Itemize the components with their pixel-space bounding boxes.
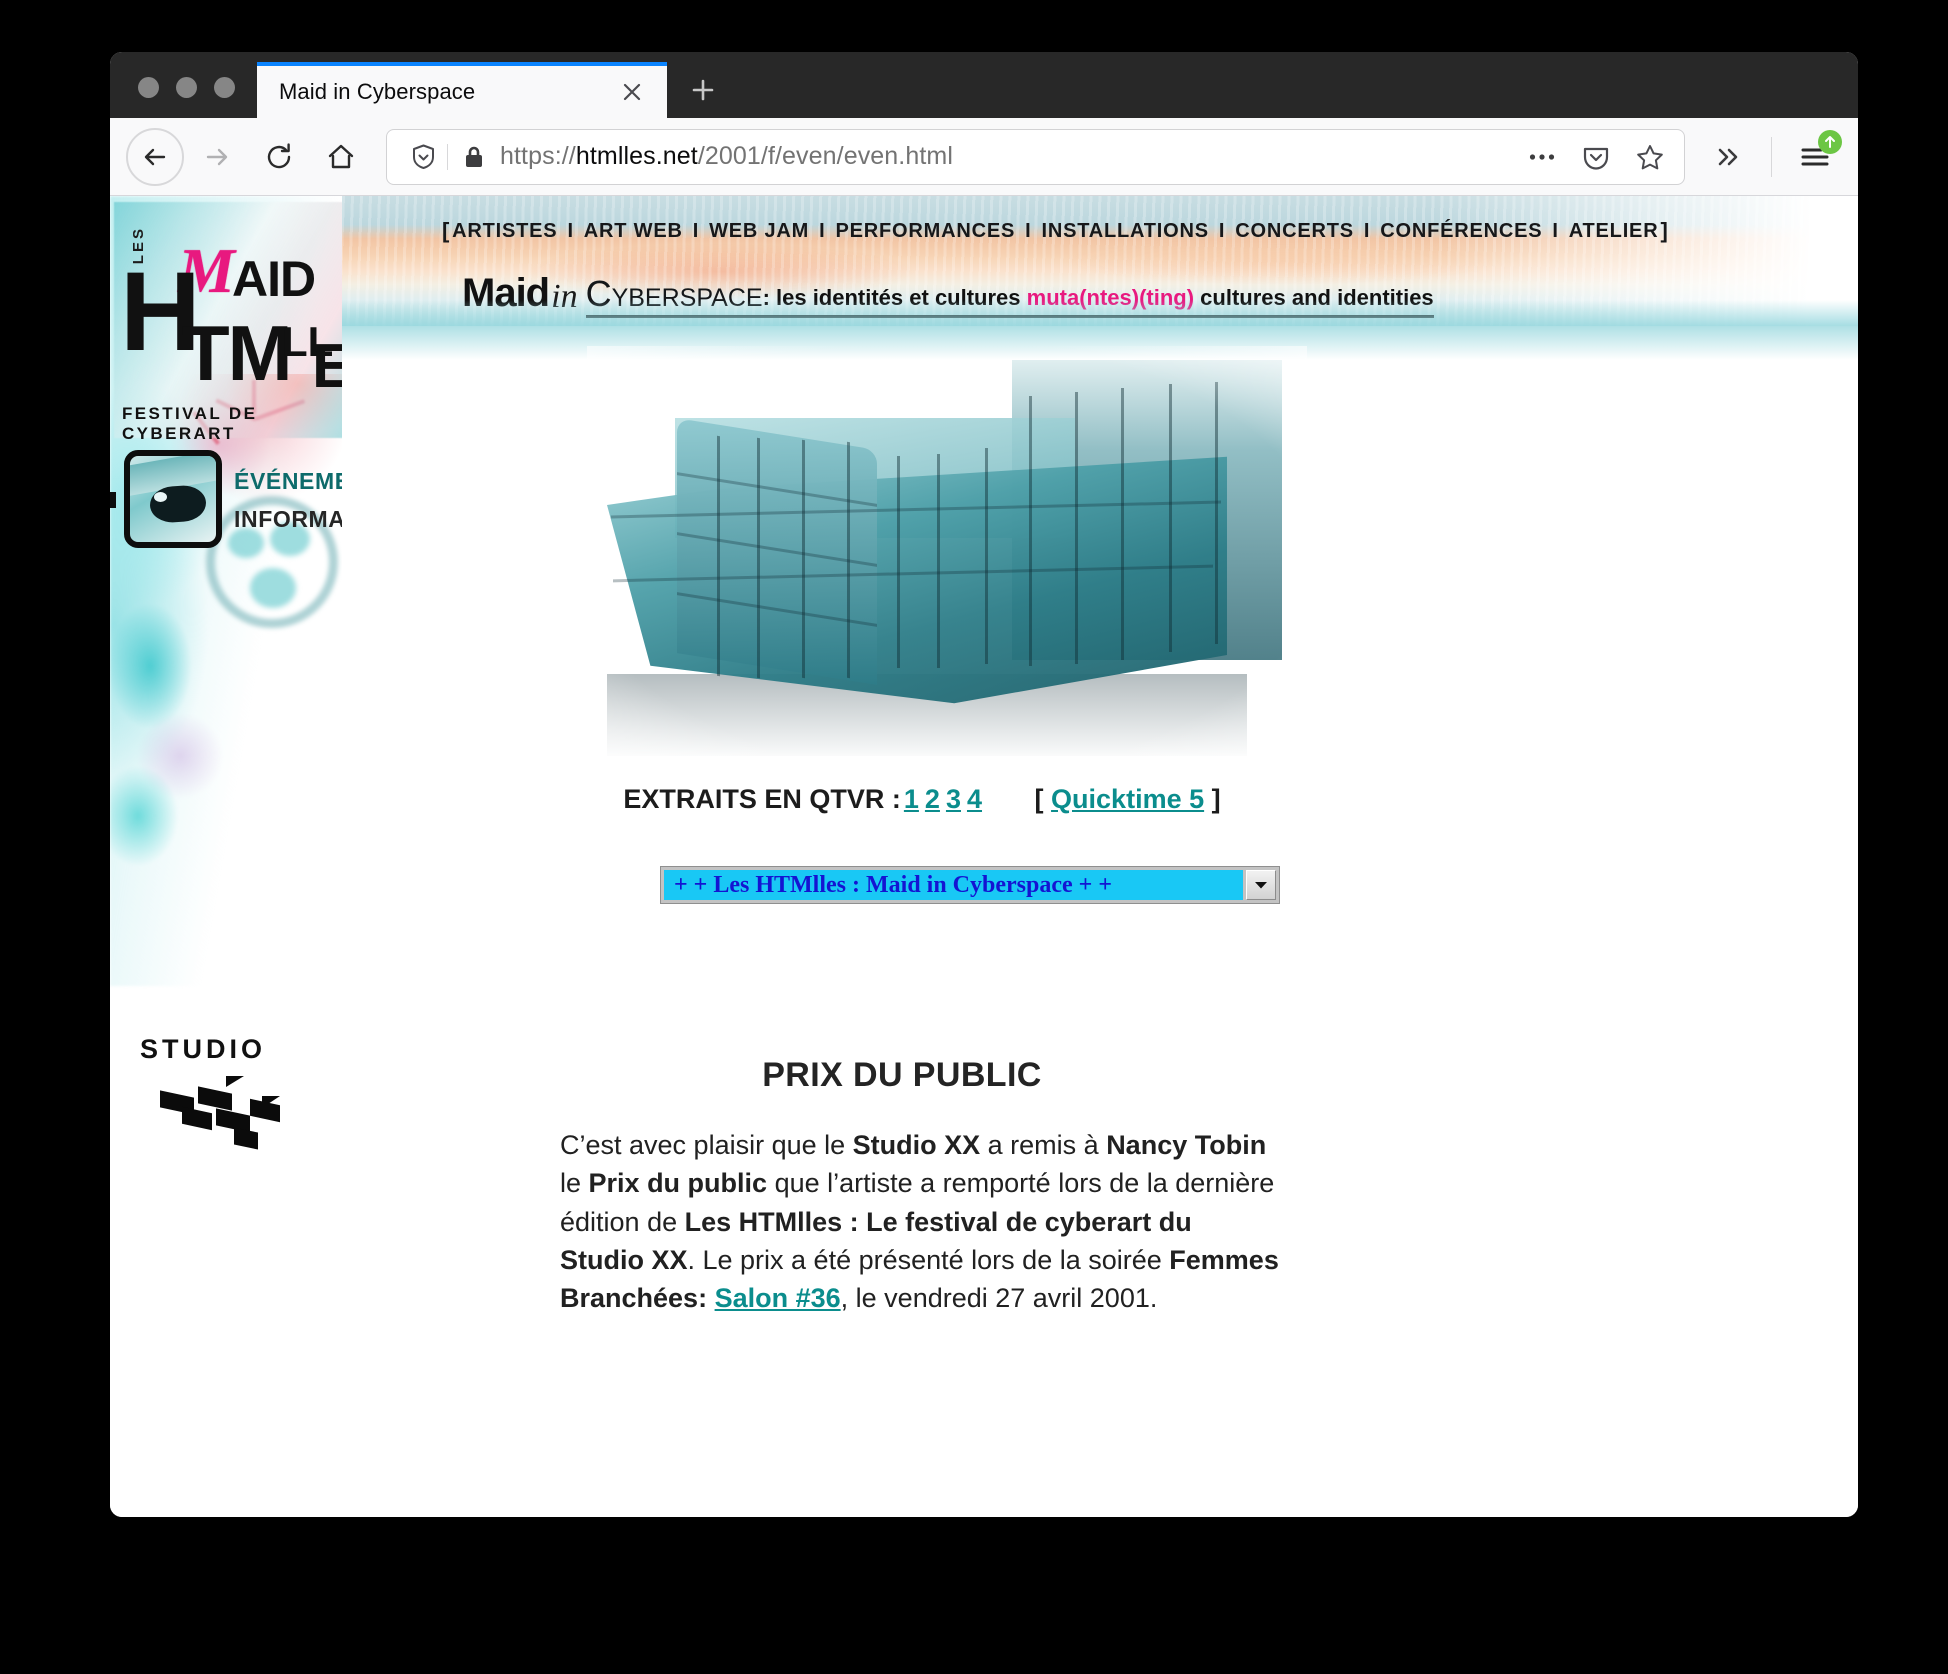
nav-item-performances[interactable]: PERFORMANCES [833,220,1017,243]
body-text: le [560,1168,589,1199]
eye-glint [154,492,167,502]
nav-item-artistes[interactable]: ARTISTES [450,220,559,243]
nav-item-atelier[interactable]: ATELIER [1567,220,1661,243]
qtvr-link-1[interactable]: 1 [901,784,922,814]
qtvr-link-2[interactable]: 2 [922,784,943,814]
forward-arrow-icon[interactable] [188,128,246,186]
nav-bracket-open: [ [442,218,451,243]
eye-iris [148,484,208,524]
pocket-icon[interactable] [1572,133,1620,181]
url-bar[interactable]: https://htmlles.net/2001/f/even/even.htm… [386,128,1685,185]
sidebar-item-evenements[interactable]: ÉVÉNEMENTS [234,468,342,495]
reload-icon[interactable] [250,128,308,186]
studio-xx-bold: Studio XX [852,1130,981,1160]
qtvr-bracket-open: [ [1034,784,1044,814]
tracking-protection-shield-icon[interactable] [401,143,445,170]
quicktime-5-link[interactable]: Quicktime 5 [1051,784,1204,814]
eye-button-tab [110,492,116,508]
prize-description-paragraph: C’est avec plaisir que le Studio XX a re… [560,1126,1280,1318]
tab-strip: Maid in Cyberspace [110,52,1858,118]
nav-item-art-web[interactable]: ART WEB [582,220,685,243]
qtvr-link-4[interactable]: 4 [964,784,985,814]
nav-item-web-jam[interactable]: WEB JAM [707,220,811,243]
site-banner: [ ARTISTES I ART WEB I WEB JAM I PERFORM… [342,196,1858,326]
nav-separator: I [1025,219,1032,242]
back-arrow-icon[interactable] [126,127,184,186]
site-sidebar: LES M AID H TM LL ES FESTIVAL DE CYBERAR… [110,196,342,1517]
page-viewport: LES M AID H TM LL ES FESTIVAL DE CYBERAR… [110,196,1858,1517]
qtvr-excerpts-row: EXTRAITS EN QTVR :1234 [ Quicktime 5 ] [342,784,1502,815]
maximize-window-button[interactable] [214,77,235,98]
qtvr-label: EXTRAITS EN QTVR : [623,784,901,814]
body-text: a remis à [980,1130,1107,1160]
dropdown-field[interactable]: + + Les HTMlles : Maid in Cyberspace + + [664,870,1243,900]
urlbar-actions [1518,133,1676,181]
studio-mark-square [198,1086,232,1111]
sidebar-item-information[interactable]: INFORMATION [234,506,342,533]
close-tab-icon[interactable] [615,75,649,109]
close-window-button[interactable] [138,77,159,98]
window-controls [110,77,257,118]
home-icon[interactable] [312,128,370,186]
studio-mark-triangle [262,1096,280,1108]
page-content: [ ARTISTES I ART WEB I WEB JAM I PERFORM… [342,196,1858,1517]
toolbar-divider [1771,136,1772,177]
studio-mark-square [182,1106,212,1131]
prix-du-public-bold: Prix du public [588,1168,768,1199]
nav-item-conferences[interactable]: CONFÉRENCES [1378,220,1544,243]
nav-separator: I [567,219,574,242]
overflow-menu-icon[interactable] [1699,128,1757,186]
page-actions-ellipsis-icon[interactable] [1518,133,1566,181]
site-navigation: [ ARTISTES I ART WEB I WEB JAM I PERFORM… [442,218,1858,244]
urlbar-divider [447,143,448,170]
nav-separator: I [1552,219,1559,242]
nav-separator: I [1363,219,1371,242]
navigation-toolbar: https://htmlles.net/2001/f/even/even.htm… [110,118,1858,196]
new-tab-button[interactable] [667,62,739,118]
nav-bracket-close: ] [1660,218,1669,243]
app-menu-button[interactable] [1786,128,1844,186]
update-available-badge-icon [1818,129,1842,154]
nav-separator: I [819,219,826,242]
nav-separator: I [692,219,700,242]
logo-festival-tagline: FESTIVAL DE CYBERART [122,404,258,443]
logo-tm-text: TM [182,309,293,397]
nav-item-concerts[interactable]: CONCERTS [1233,220,1356,243]
studio-building-photo [587,346,1307,766]
studio-xx-logo[interactable]: STUDIO [130,1034,320,1154]
browser-window: Maid in Cyberspace https://htmlles.net/2… [110,52,1858,1517]
body-text: , le vendredi 27 avril 2001. [840,1283,1158,1314]
banner-under-gradient [342,326,1858,360]
browser-tab[interactable]: Maid in Cyberspace [257,62,667,118]
lock-icon[interactable] [454,144,494,170]
cell-blob-decoration [250,568,296,608]
page-title: PRIX DU PUBLIC [762,1056,1042,1094]
minimize-window-button[interactable] [176,77,197,98]
studio-mark-triangle [226,1076,244,1087]
body-text: . Le prix a été présenté lors de la soir… [687,1244,1170,1275]
chevron-down-icon[interactable] [1246,870,1276,900]
logo-es-text: ES [312,332,342,401]
nancy-tobin-bold: Nancy Tobin [1106,1130,1267,1160]
body-text: C’est avec plaisir que le [560,1130,853,1160]
nav-item-installations[interactable]: INSTALLATIONS [1039,220,1210,243]
banner-bottom-fade [342,300,1858,326]
salon-36-link[interactable]: Salon #36 [715,1283,841,1313]
url-text[interactable]: https://htmlles.net/2001/f/even/even.htm… [494,142,1518,171]
studio-mark-square [234,1127,258,1150]
eye-icon[interactable] [124,450,222,548]
qtvr-bracket-close: ] [1211,784,1221,814]
site-jump-dropdown[interactable]: + + Les HTMlles : Maid in Cyberspace + + [660,866,1280,904]
logo-aid-text: AID [232,251,316,307]
dropdown-selected-value: + + Les HTMlles : Maid in Cyberspace + + [674,871,1113,898]
tab-title: Maid in Cyberspace [279,79,476,104]
qtvr-link-3[interactable]: 3 [943,784,964,814]
htmlles-logo[interactable]: LES M AID H TM LL ES FESTIVAL DE CYBERAR… [114,202,342,443]
studio-word-text: STUDIO [140,1034,267,1064]
nav-separator: I [1218,219,1226,242]
bookmark-star-icon[interactable] [1626,133,1674,181]
